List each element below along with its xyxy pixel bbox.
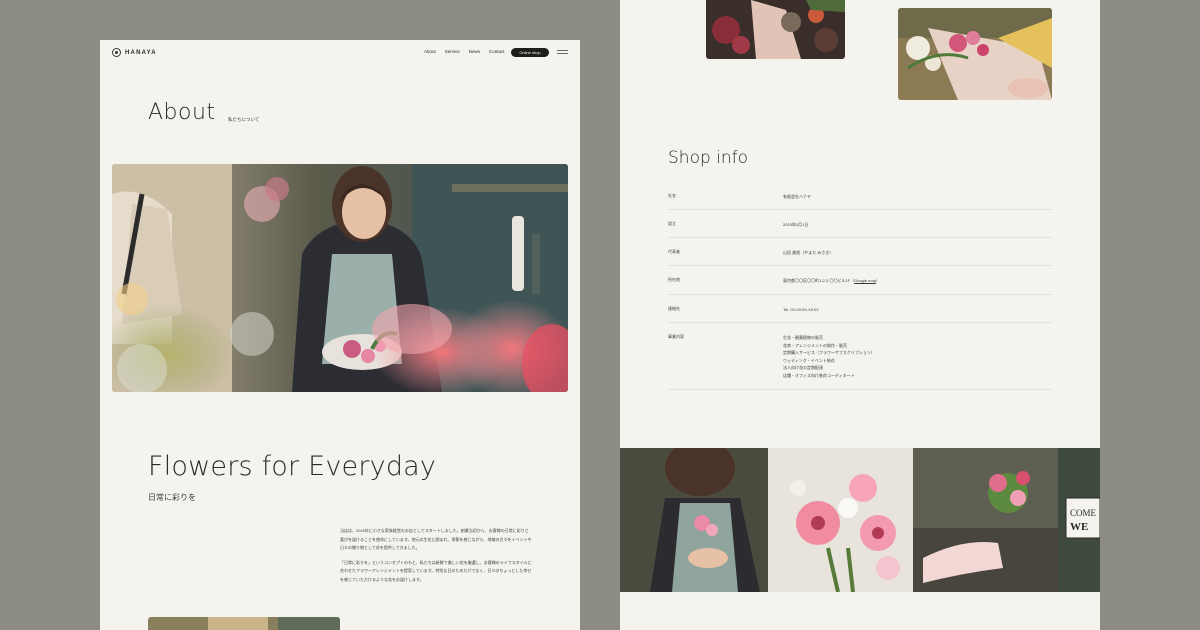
info-label: 事業内容: [668, 334, 684, 339]
business-item: 生花・観葉植物の販売: [783, 335, 823, 340]
logo-text: HANAYA: [125, 49, 157, 56]
info-label: 代表者: [668, 249, 680, 254]
site-logo[interactable]: HANAYA: [112, 48, 157, 57]
svg-text:COME: COME: [1070, 508, 1097, 518]
online-shop-button[interactable]: Online shop: [511, 48, 549, 57]
bouquet-photo: [913, 448, 1058, 592]
info-value: 有限会社ハナヤ: [783, 194, 811, 199]
intro-subheading: 日常に彩りを: [148, 493, 196, 502]
info-value: 山田 美咲（やまだ みさき）: [783, 250, 834, 255]
nav-link-news[interactable]: News: [469, 49, 480, 54]
hamburger-menu-icon[interactable]: [557, 50, 568, 55]
table-row: 事業内容 生花・観葉植物の販売 花束・アレンジメントの制作・販売 定期購入サービ…: [668, 323, 1052, 390]
nav-link-contact[interactable]: Contact: [489, 49, 505, 54]
info-label: 社名: [668, 193, 676, 198]
address-text: 東京都〇〇区〇〇町1-2-3 〇〇ビル1F: [783, 278, 851, 283]
info-value: 2015年5月1日: [783, 222, 809, 227]
next-section-image: [148, 617, 340, 630]
info-value: 生花・観葉植物の販売 花束・アレンジメントの制作・販売 定期購入サービス（フラワ…: [783, 334, 1052, 389]
flower-photo: [706, 0, 845, 59]
info-label: 設立: [668, 221, 676, 226]
gallery-image[interactable]: [620, 448, 768, 592]
about-subheading: 私たちについて: [228, 117, 260, 122]
shop-info-table: 社名 有限会社ハナヤ 設立 2015年5月1日 代表者 山田 美咲（やまだ みさ…: [668, 182, 1052, 390]
intro-paragraph: 当店は、2015年に小さな家族経営のお店としてスタートしました。創業当初から、お…: [340, 528, 532, 550]
info-label: 連絡先: [668, 306, 680, 311]
business-item: 花束・アレンジメントの制作・販売: [783, 342, 847, 348]
photo-gallery: COME WE: [620, 448, 1100, 592]
gallery-image[interactable]: COME WE: [1058, 448, 1100, 592]
table-row: 連絡先 Tel. 03-XXXX-XXXX: [668, 295, 1052, 323]
florist-photo: [620, 448, 768, 592]
intro-heading: Flowers for Everyday: [148, 451, 437, 482]
bouquet-wrapping-image: [898, 8, 1052, 100]
table-row: 設立 2015年5月1日: [668, 210, 1052, 238]
info-value: 東京都〇〇区〇〇町1-2-3 〇〇ビル1F（Google map）: [783, 278, 880, 283]
about-heading: About: [148, 100, 216, 125]
nav-link-service[interactable]: Service: [445, 49, 460, 54]
business-item: 定期購入サービス（フラワーサブスクリプション）: [783, 350, 875, 355]
business-item: 法人向け花の定期配達: [783, 365, 823, 370]
business-item: ウェディング・イベント装花: [783, 357, 835, 363]
gallery-image[interactable]: [768, 448, 913, 592]
florist-photo: [112, 164, 568, 392]
table-row: 代表者 山田 美咲（やまだ みさき）: [668, 238, 1052, 266]
gallery-image[interactable]: [913, 448, 1058, 592]
florist-photo: [148, 617, 340, 630]
table-row: 所在地 東京都〇〇区〇〇町1-2-3 〇〇ビル1F（Google map）: [668, 266, 1052, 295]
shop-sign-photo: COME WE: [1058, 448, 1100, 592]
flower-arranging-image: [706, 0, 845, 59]
about-page-panel: HANAYA About Service News Contact Online…: [100, 40, 580, 630]
svg-text:WE: WE: [1070, 521, 1088, 533]
site-header: HANAYA About Service News Contact Online…: [100, 40, 580, 66]
bouquet-photo: [768, 448, 913, 592]
info-label: 所在地: [668, 277, 680, 282]
nav-link-about[interactable]: About: [424, 49, 436, 54]
shop-info-heading: Shop info: [668, 148, 749, 168]
business-item: 店舗・オフィス向け装花コーディネート: [783, 372, 855, 378]
flower-logo-icon: [112, 48, 121, 57]
google-map-link[interactable]: Google map: [854, 278, 876, 283]
table-row: 社名 有限会社ハナヤ: [668, 182, 1052, 210]
shop-info-panel: Shop info 社名 有限会社ハナヤ 設立 2015年5月1日 代表者 山田…: [620, 0, 1100, 630]
flower-photo: [898, 8, 1052, 100]
info-value: Tel. 03-XXXX-XXXX: [783, 307, 819, 312]
florist-hero-image: [112, 164, 568, 392]
intro-text: 当店は、2015年に小さな家族経営のお店としてスタートしました。創業当初から、お…: [340, 527, 532, 590]
intro-paragraph: 「日常に彩りを」というコンセプトのもと、私たちは新鮮で美しい花を厳選し、お客様の…: [340, 559, 532, 582]
main-nav: About Service News Contact: [424, 49, 505, 54]
